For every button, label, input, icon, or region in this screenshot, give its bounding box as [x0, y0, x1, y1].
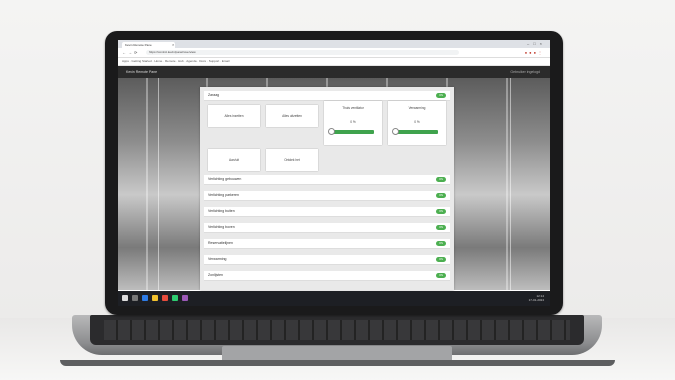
heating-slider-handle[interactable]	[392, 128, 399, 135]
all-off-button[interactable]: Alles uitzetten	[266, 105, 318, 127]
fan-card-title: Thuis ventilator	[342, 106, 364, 110]
folder-icon[interactable]	[152, 295, 158, 301]
chrome-icon[interactable]	[162, 295, 168, 301]
browser-tab-strip: Kevin Remote Pane × –□×	[118, 40, 550, 48]
bookmarks-bar[interactable]: Apps · Getting Started · Home · Remote ·…	[118, 58, 550, 66]
power-toggle-label: Aan/uit	[229, 158, 239, 162]
row-toggle[interactable]: ON	[436, 193, 446, 198]
window-controls[interactable]: –□×	[527, 41, 546, 46]
power-toggle-button[interactable]: Aan/uit	[208, 149, 260, 171]
app-icon[interactable]	[182, 295, 188, 301]
row-label: Verlichting parkeren	[208, 193, 239, 197]
toggle-pill[interactable]: ON	[436, 93, 446, 98]
all-on-label: Alles inzetten	[224, 114, 244, 118]
row-toggle[interactable]: ON	[436, 225, 446, 230]
control-panel: Zaraag ON Alles inzetten Alles uitzetten…	[200, 87, 454, 290]
heating-level-slider[interactable]	[392, 128, 438, 135]
fan-level-slider[interactable]	[328, 128, 374, 135]
background-pillar	[510, 78, 511, 290]
navigation-icons[interactable]: ←→⟳	[122, 50, 139, 55]
list-row[interactable]: Verlichting gebouwen ON	[204, 175, 450, 185]
user-status[interactable]: Gebruiker ingelogd	[510, 66, 540, 78]
address-bar-row: ←→⟳ https://control.kevin/panel/overview…	[118, 48, 550, 58]
row-toggle[interactable]: ON	[436, 209, 446, 214]
fan-card-value: 0 %	[350, 120, 356, 124]
row-toggle[interactable]: ON	[436, 177, 446, 182]
list-row[interactable]: Verlichting boven ON	[204, 223, 450, 233]
edge-icon[interactable]	[142, 295, 148, 301]
clock-date: 17-01-2024	[528, 298, 544, 302]
all-off-label: Alles uitzetten	[282, 114, 302, 118]
app-title: Kevin Remote Pane	[126, 70, 158, 74]
list-row[interactable]: Verlichting parkeren ON	[204, 191, 450, 201]
section-title: Zaraag	[208, 93, 220, 97]
heating-card: Verwarming 0 %	[388, 101, 446, 145]
row-toggle[interactable]: ON	[436, 257, 446, 262]
os-taskbar: 12:14 17-01-2024	[118, 291, 550, 306]
browser-tab-title: Kevin Remote Pane	[125, 43, 152, 47]
background-pillar	[158, 78, 159, 290]
start-icon[interactable]	[122, 295, 128, 301]
search-icon[interactable]	[132, 295, 138, 301]
section-header[interactable]: Zaraag ON	[204, 91, 450, 101]
fan-card: Thuis ventilator 0 %	[324, 101, 382, 145]
row-label: Verlichting boven	[208, 225, 235, 229]
list-row[interactable]: Verlichting buiten ON	[204, 207, 450, 217]
taskbar-clock[interactable]: 12:14 17-01-2024	[529, 294, 544, 302]
heating-card-value: 0 %	[414, 120, 420, 124]
all-on-button[interactable]: Alles inzetten	[208, 105, 260, 127]
fan-slider-handle[interactable]	[328, 128, 335, 135]
heating-card-title: Verwarming	[408, 106, 426, 110]
discover-button[interactable]: Ontdek het	[266, 149, 318, 171]
list-row[interactable]: Zonlijsten ON	[204, 271, 450, 281]
url-field[interactable]: https://control.kevin/panel/overview	[146, 50, 459, 55]
row-toggle[interactable]: ON	[436, 241, 446, 246]
list-row[interactable]: Reservatielijnen ON	[204, 239, 450, 249]
row-label: Verlichting buiten	[208, 209, 235, 213]
app-header: Kevin Remote Pane Gebruiker ingelogd	[118, 66, 550, 78]
laptop-screen: Kevin Remote Pane × –□× ←→⟳ https://cont…	[118, 40, 550, 306]
extensions-icons[interactable]: ●●●⋮	[525, 50, 544, 55]
laptop-base-edge	[60, 360, 615, 366]
app-icon[interactable]	[172, 295, 178, 301]
row-label: Verwarming	[208, 257, 227, 261]
row-toggle[interactable]: ON	[436, 273, 446, 278]
row-label: Verlichting gebouwen	[208, 177, 242, 181]
keyboard-keys	[104, 320, 570, 340]
row-label: Reservatielijnen	[208, 241, 233, 245]
row-label: Zonlijsten	[208, 273, 223, 277]
discover-label: Ontdek het	[284, 158, 300, 162]
list-row[interactable]: Verwarming ON	[204, 255, 450, 265]
